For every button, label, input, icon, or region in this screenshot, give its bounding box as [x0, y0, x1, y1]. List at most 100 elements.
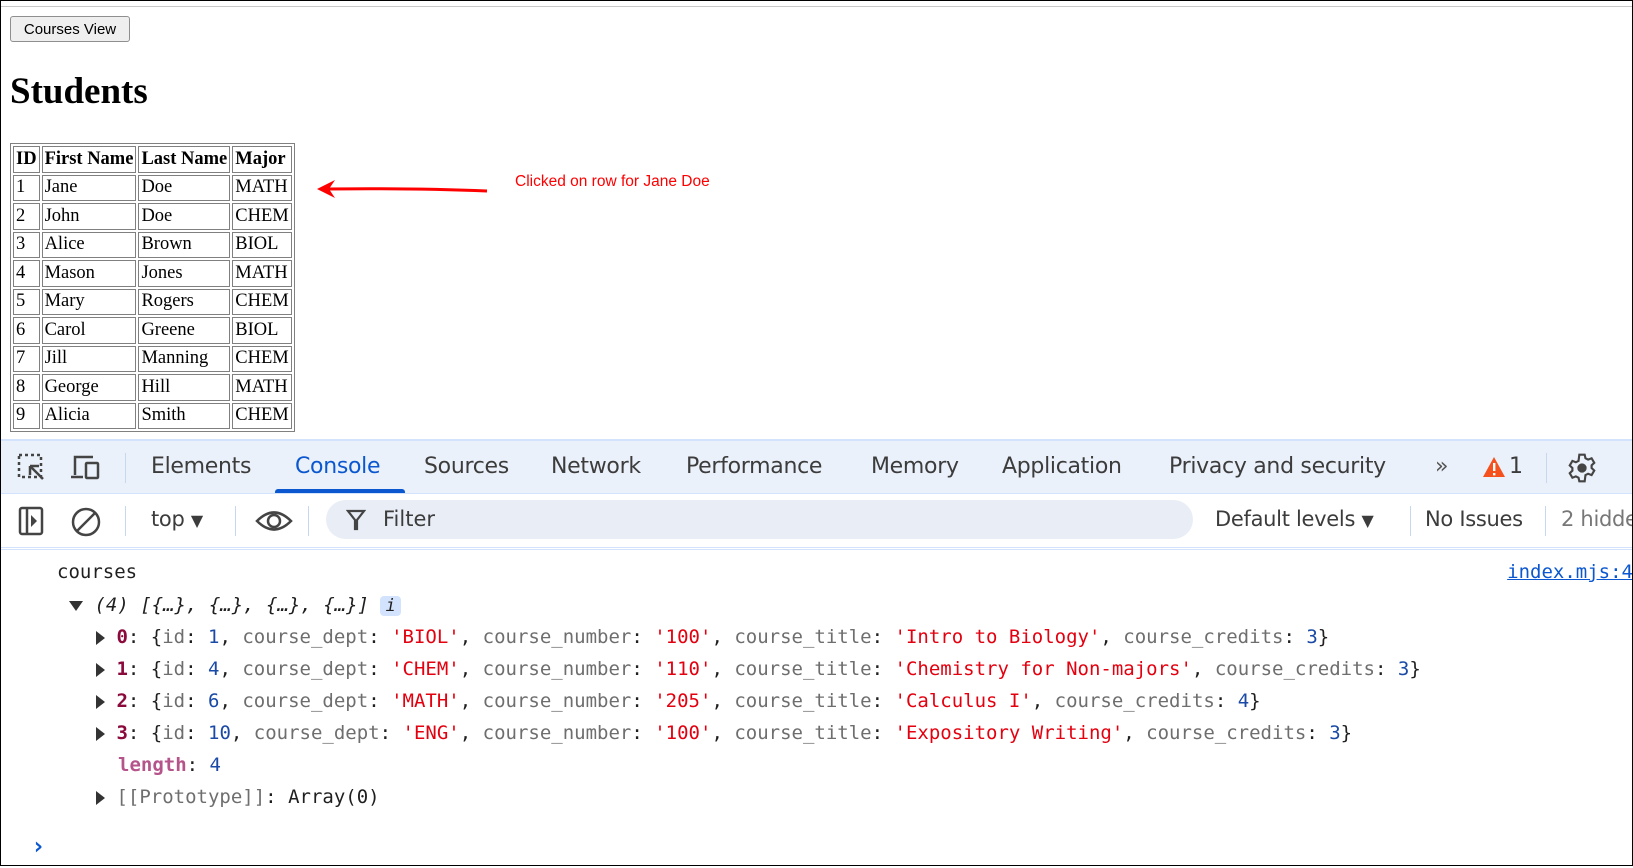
expand-triangle-icon[interactable] [96, 662, 105, 677]
tab-sources[interactable]: Sources [424, 454, 509, 479]
key: id [162, 658, 186, 680]
column-header: ID [13, 146, 40, 173]
credits-value: 3 [1306, 626, 1318, 648]
settings-gear-icon[interactable] [1566, 452, 1598, 484]
warning-count[interactable]: 1 [1509, 454, 1523, 479]
table-cell: Jane [41, 174, 137, 201]
table-cell: Carol [41, 317, 137, 344]
warning-icon[interactable] [1482, 456, 1506, 478]
source-link[interactable]: index.mjs:4 [1507, 561, 1633, 583]
table-cell: George [41, 374, 137, 401]
key: course_credits [1214, 658, 1375, 680]
table-cell: Doe [138, 174, 231, 201]
table-cell: Greene [138, 317, 231, 344]
table-cell: 4 [13, 260, 40, 287]
key: course_number [482, 722, 632, 744]
table-cell: Alice [41, 231, 137, 258]
dept-value: 'ENG' [402, 722, 460, 744]
number-value: '100' [654, 722, 712, 744]
key: course_credits [1146, 722, 1307, 744]
dropdown-arrow-icon: ▼ [190, 511, 203, 530]
table-cell: John [41, 203, 137, 230]
log-levels-dropdown[interactable]: Default levels ▼ [1215, 507, 1374, 531]
expand-triangle-icon[interactable] [96, 726, 105, 741]
key: course_title [734, 690, 872, 712]
tab-network[interactable]: Network [551, 454, 641, 479]
table-row[interactable]: 3 Alice Brown BIOL [13, 231, 292, 258]
key: course_dept [253, 722, 380, 744]
tab-privacy-security[interactable]: Privacy and security [1169, 454, 1386, 479]
table-cell: CHEM [232, 345, 292, 372]
table-row[interactable]: 8 George Hill MATH [13, 374, 292, 401]
console-toolbar: top ▼ Filter Default levels ▼ No Issues … [1, 494, 1633, 550]
tab-application[interactable]: Application [1002, 454, 1122, 479]
clear-console-icon[interactable] [70, 506, 102, 538]
key: course_credits [1054, 690, 1215, 712]
array-item-row[interactable]: 0: {id: 1, course_dept: 'BIOL', course_n… [96, 626, 1329, 648]
expand-triangle-icon[interactable] [69, 600, 83, 611]
filter-input[interactable]: Filter [326, 500, 1193, 539]
table-cell: Alicia [41, 402, 137, 429]
expand-triangle-icon[interactable] [96, 694, 105, 709]
table-cell: 3 [13, 231, 40, 258]
array-summary-row[interactable]: (4) [{…}, {…}, {…}, {…}] i [69, 594, 401, 616]
table-row[interactable]: 2 John Doe CHEM [13, 203, 292, 230]
prototype-row[interactable]: [[Prototype]]: Array(0) [96, 786, 380, 808]
credits-value: 3 [1329, 722, 1341, 744]
key: course_dept [242, 690, 369, 712]
table-cell: 2 [13, 203, 40, 230]
expand-triangle-icon[interactable] [96, 630, 105, 645]
collapse-triangle-icon[interactable] [96, 790, 105, 805]
table-cell: Mason [41, 260, 137, 287]
item-index: 0 [116, 626, 128, 648]
key: course_number [482, 658, 632, 680]
table-row[interactable]: 9 Alicia Smith CHEM [13, 402, 292, 429]
annotation-arrow [317, 180, 488, 198]
tab-console[interactable]: Console [295, 454, 381, 479]
key: id [162, 626, 186, 648]
length-key: length [118, 754, 187, 776]
context-value: top [151, 507, 185, 531]
context-selector[interactable]: top ▼ [151, 507, 203, 531]
table-cell: Rogers [138, 288, 231, 315]
length-row: length: 4 [118, 754, 221, 776]
key: course_number [482, 626, 632, 648]
courses-view-button[interactable]: Courses View [10, 16, 130, 42]
info-badge[interactable]: i [380, 596, 401, 616]
more-tabs-icon[interactable]: » [1435, 454, 1448, 479]
table-cell: 5 [13, 288, 40, 315]
tab-elements[interactable]: Elements [151, 454, 251, 479]
table-cell: Brown [138, 231, 231, 258]
array-item-row[interactable]: 3: {id: 10, course_dept: 'ENG', course_n… [96, 722, 1352, 744]
array-item-row[interactable]: 1: {id: 4, course_dept: 'CHEM', course_n… [96, 658, 1421, 680]
live-expression-eye-icon[interactable] [255, 508, 293, 534]
key: course_dept [242, 626, 369, 648]
table-cell: BIOL [232, 231, 292, 258]
key: course_credits [1123, 626, 1284, 648]
number-value: '205' [654, 690, 712, 712]
tab-performance[interactable]: Performance [686, 454, 822, 479]
table-cell: 6 [13, 317, 40, 344]
title-value: 'Intro to Biology' [894, 626, 1101, 648]
hidden-messages-count[interactable]: 2 hidde [1561, 507, 1633, 531]
array-item-row[interactable]: 2: {id: 6, course_dept: 'MATH', course_n… [96, 690, 1261, 712]
tab-memory[interactable]: Memory [871, 454, 959, 479]
table-cell: Jill [41, 345, 137, 372]
table-row[interactable]: 4 Mason Jones MATH [13, 260, 292, 287]
issues-button[interactable]: No Issues [1425, 507, 1523, 531]
column-header: Major [232, 146, 292, 173]
table-row[interactable]: 1 Jane Doe MATH [13, 174, 292, 201]
log-label: courses [57, 561, 138, 583]
table-cell: Jones [138, 260, 231, 287]
inspect-element-icon[interactable] [17, 453, 47, 483]
console-sidebar-icon[interactable] [18, 506, 46, 536]
console-prompt-icon[interactable]: › [31, 832, 45, 860]
active-tab-indicator [275, 489, 405, 493]
device-toolbar-icon[interactable] [69, 453, 103, 483]
table-row[interactable]: 6 Carol Greene BIOL [13, 317, 292, 344]
table-row[interactable]: 7 Jill Manning CHEM [13, 345, 292, 372]
separator [125, 506, 126, 536]
table-row[interactable]: 5 Mary Rogers CHEM [13, 288, 292, 315]
array-summary: (4) [{…}, {…}, {…}, {…}] [94, 594, 369, 616]
table-cell: Smith [138, 402, 231, 429]
